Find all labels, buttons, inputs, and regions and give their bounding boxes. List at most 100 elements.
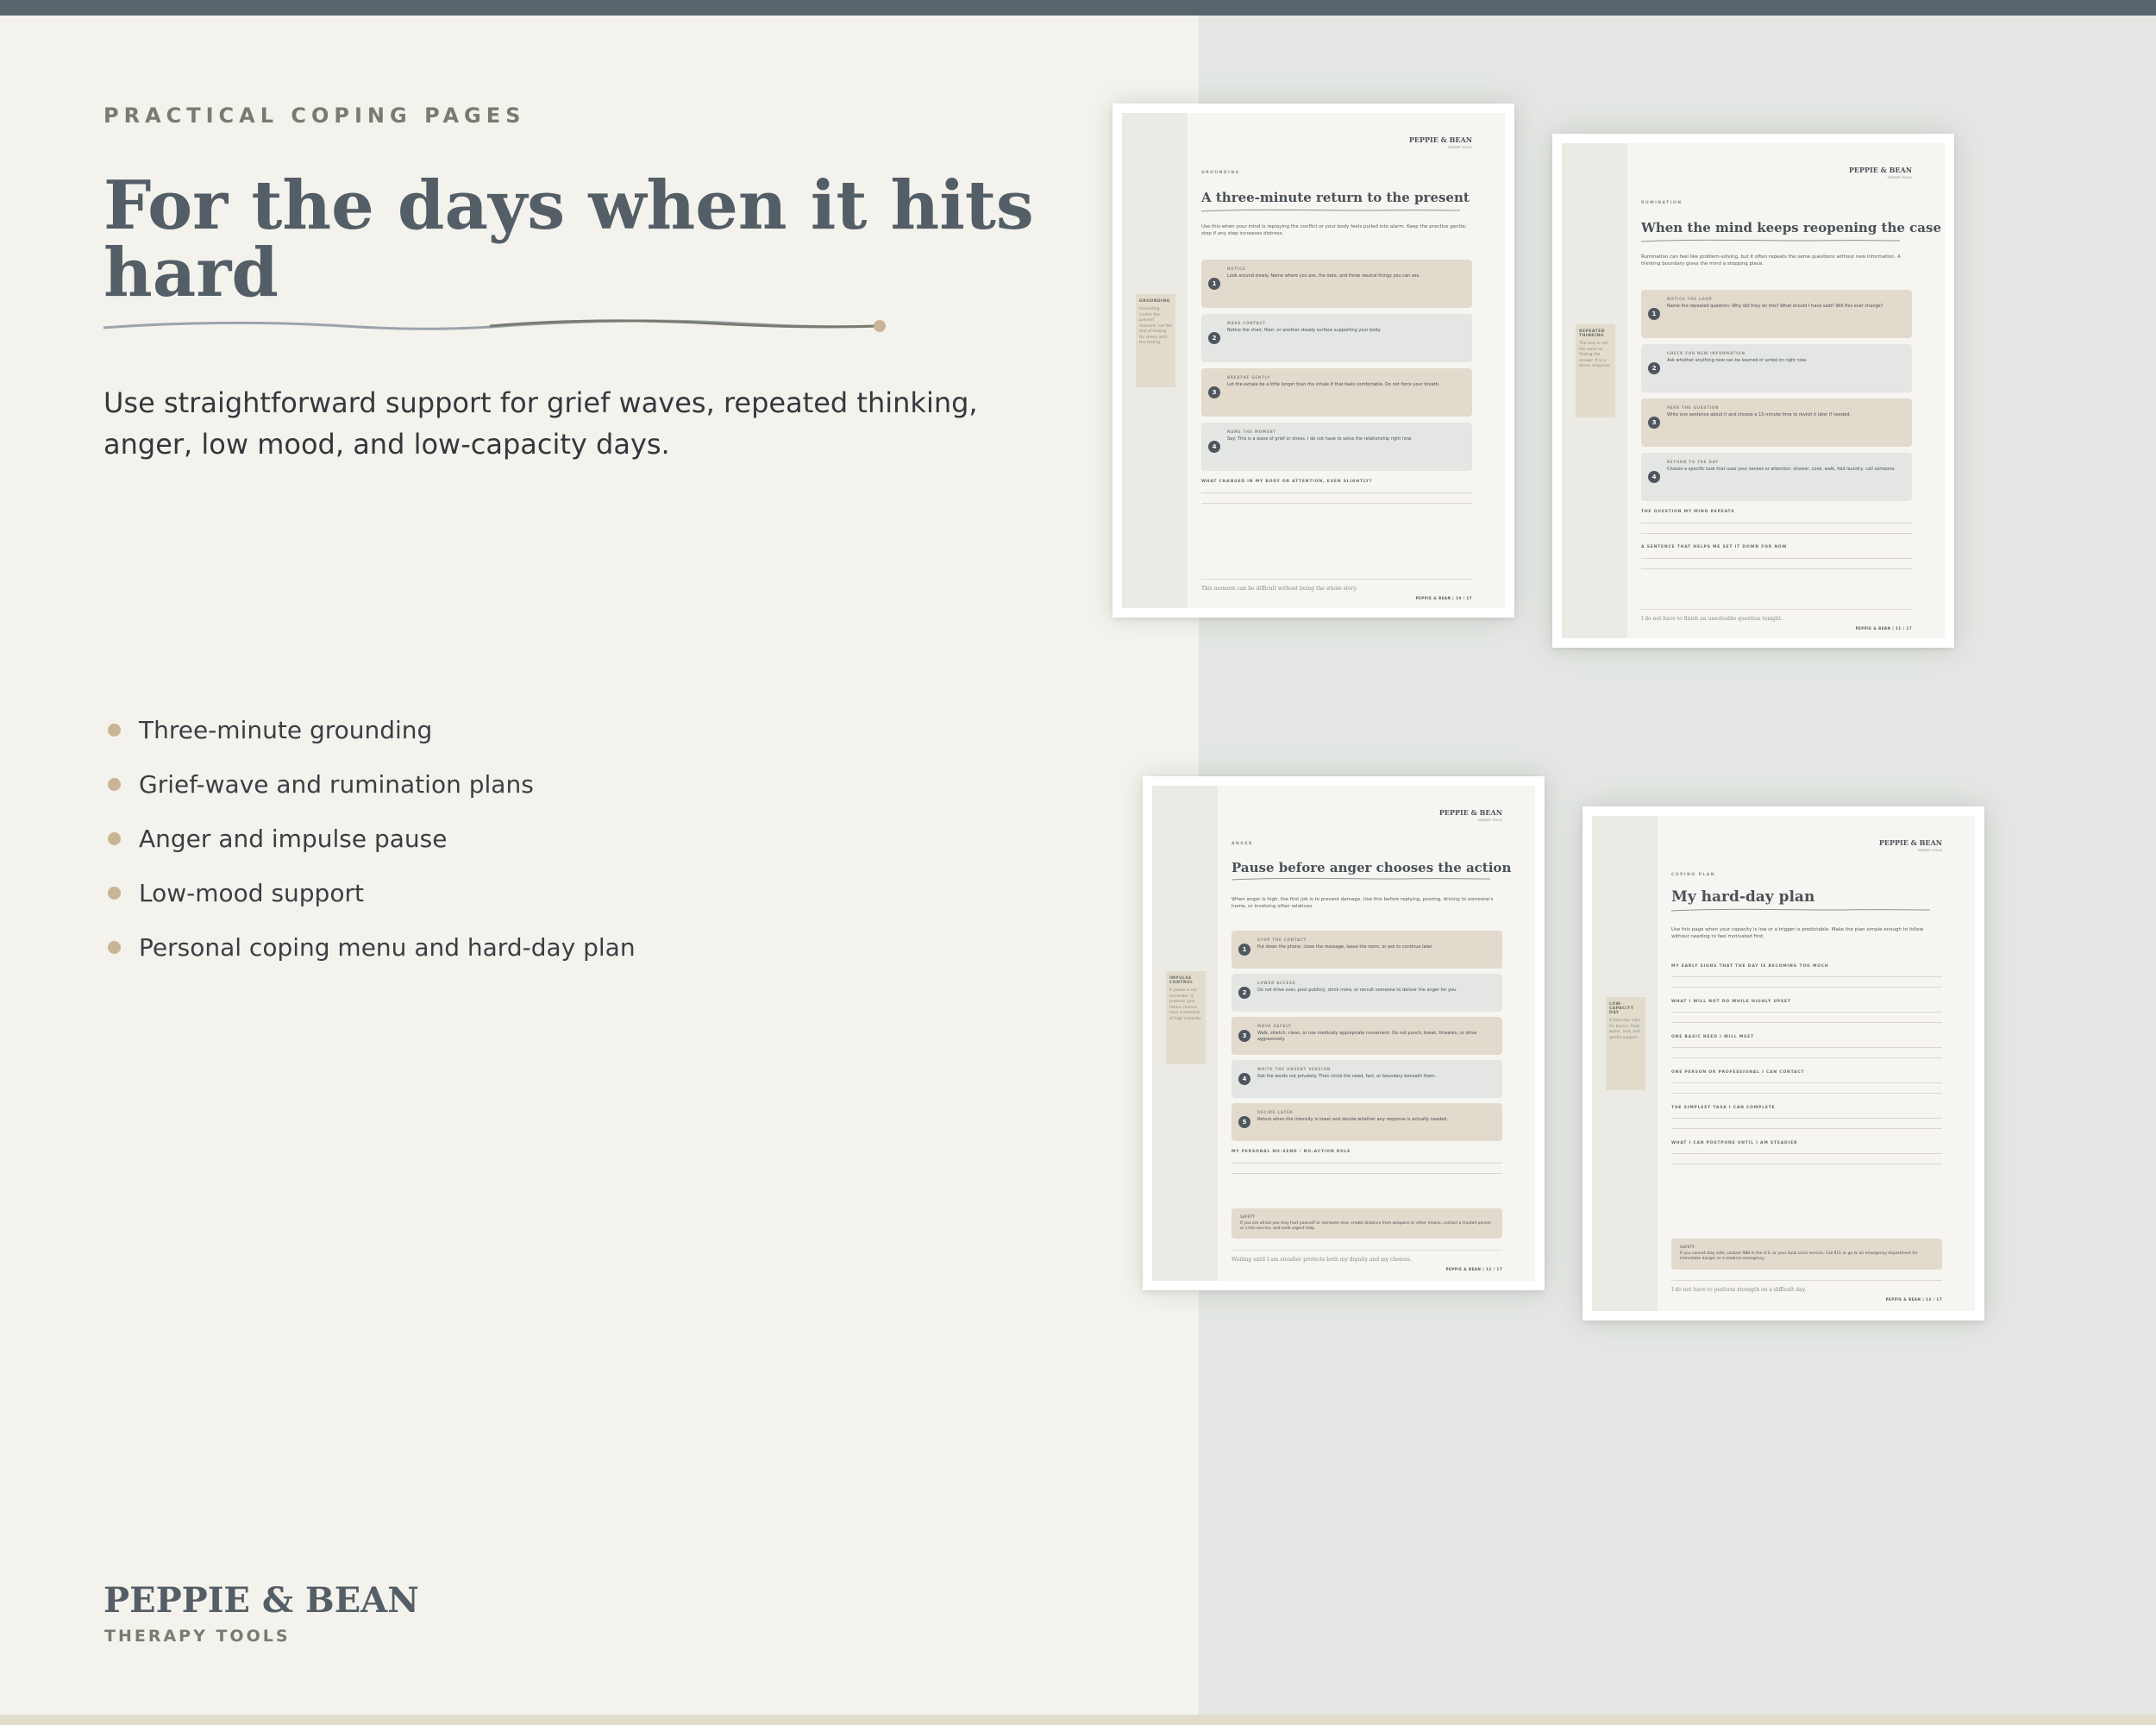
worksheet-footer: I do not have to perform strength on a d… — [1671, 1287, 1807, 1293]
bullet-dot-icon — [108, 941, 121, 954]
step-card: 5 DECIDE LATER Return when the intensity i… — [1232, 1103, 1502, 1141]
step-number: 4 — [1238, 1073, 1250, 1085]
step-label: NOTICE — [1227, 267, 1246, 271]
logo-name: PEPPIE & BEAN — [1848, 166, 1912, 174]
worksheet-footer: I do not have to finish an unsolvable qu… — [1641, 616, 1783, 622]
writing-line[interactable] — [1671, 1047, 1942, 1048]
worksheet-footer: This moment can be difficult without bei… — [1201, 586, 1358, 592]
worksheet-title: A three-minute return to the present — [1201, 190, 1470, 205]
step-label: BREATHE GENTLY — [1227, 375, 1270, 380]
brand-name: PEPPIE & BEAN — [103, 1580, 419, 1621]
worksheet-footer: Waiting until I am steadier protects bot… — [1232, 1257, 1412, 1263]
writing-prompt: WHAT I CAN POSTPONE UNTIL I AM STEADIER — [1671, 1141, 1798, 1145]
bullet-dot-icon — [108, 778, 121, 791]
writing-line[interactable] — [1641, 558, 1912, 559]
worksheet-page: LOW-CAPACITY DAY A hard day calls for ba… — [1592, 816, 1975, 1311]
writing-line[interactable] — [1671, 1082, 1942, 1083]
rail-note-text: A hard day calls for basics: food, water… — [1609, 1019, 1640, 1040]
list-item: Anger and impulse pause — [103, 812, 636, 866]
logo-tagline: THERAPY TOOLS — [1477, 819, 1502, 822]
step-number: 3 — [1648, 417, 1660, 429]
step-number: 2 — [1238, 987, 1250, 999]
safety-title: SAFETY — [1680, 1245, 1695, 1249]
step-label: CHECK FOR NEW INFORMATION — [1667, 351, 1745, 355]
step-card: 3 PARK THE QUESTION Write one sentence abo… — [1641, 398, 1912, 447]
worksheet-grounding[interactable]: GROUNDING Grounding invites the present … — [1112, 104, 1514, 618]
step-number: 2 — [1648, 362, 1660, 374]
bullet-dot-icon — [108, 724, 121, 737]
writing-line[interactable] — [1671, 1093, 1942, 1094]
step-text: Get the words out privately. Then circle… — [1257, 1074, 1437, 1079]
step-text: Say: This is a wave of grief or stress. … — [1227, 436, 1413, 442]
safety-text: If you are afraid you may hurt yourself … — [1240, 1221, 1491, 1231]
list-item-label: Grief-wave and rumination plans — [139, 770, 534, 799]
safety-text: If you cannot stay safe, contact 988 in … — [1680, 1251, 1918, 1261]
top-accent-bar — [0, 0, 2156, 16]
step-card: 4 RETURN TO THE DAY Choose a specific task… — [1641, 453, 1912, 501]
rail-note: GROUNDING Grounding invites the present … — [1136, 294, 1175, 387]
worksheet-rumination[interactable]: REPEATED THINKING The loop is not the sa… — [1552, 134, 1954, 648]
writing-line[interactable] — [1671, 1057, 1942, 1058]
step-text: Walk, stretch, clean, or use medically a… — [1257, 1031, 1477, 1042]
brand-tagline: THERAPY TOOLS — [104, 1627, 291, 1646]
writing-line[interactable] — [1671, 1153, 1942, 1154]
step-text: Return when the intensity is lower and d… — [1257, 1117, 1448, 1122]
step-number: 1 — [1208, 278, 1220, 290]
worksheet-page: REPEATED THINKING The loop is not the sa… — [1562, 143, 1945, 638]
rail-note-text: The loop is not the same as finding the … — [1579, 342, 1611, 368]
logo-name: PEPPIE & BEAN — [1438, 808, 1502, 817]
worksheet-logo: PEPPIE & BEAN THERAPY TOOLS — [1439, 808, 1502, 822]
step-number: 4 — [1208, 441, 1220, 453]
step-label: NOTICE THE LOOP — [1667, 297, 1713, 301]
worksheet-content: PEPPIE & BEAN THERAPY TOOLS RUMINATION W… — [1641, 143, 1941, 638]
worksheet-anger[interactable]: IMPULSE CONTROL A pause is not surrender… — [1143, 776, 1545, 1290]
worksheet-hard-day-plan[interactable]: LOW-CAPACITY DAY A hard day calls for ba… — [1583, 806, 1984, 1320]
list-item: Low-mood support — [103, 866, 636, 920]
writing-line[interactable] — [1641, 533, 1912, 534]
writing-line[interactable] — [1641, 523, 1912, 524]
logo-tagline: THERAPY TOOLS — [1917, 849, 1942, 852]
footer-divider — [1232, 1250, 1502, 1251]
step-card: 1 NOTICE THE LOOP Name the repeated questi… — [1641, 290, 1912, 338]
step-number: 3 — [1238, 1030, 1250, 1042]
step-label: LOWER ACCESS — [1257, 981, 1296, 985]
logo-name: PEPPIE & BEAN — [1878, 838, 1942, 847]
list-item-label: Low-mood support — [139, 879, 364, 907]
worksheet-content: PEPPIE & BEAN THERAPY TOOLS ANGER Pause … — [1232, 786, 1511, 1281]
rail-note-text: A pause is not surrender. It protects yo… — [1169, 988, 1202, 1021]
writing-line[interactable] — [1201, 492, 1472, 493]
writing-prompt: WHAT CHANGED IN MY BODY OR ATTENTION, EV… — [1201, 480, 1373, 484]
writing-line[interactable] — [1671, 987, 1942, 988]
worksheet-logo: PEPPIE & BEAN THERAPY TOOLS — [1409, 135, 1472, 149]
rail-note-title: REPEATED THINKING — [1579, 329, 1605, 338]
writing-line[interactable] — [1641, 568, 1912, 569]
step-label: MOVE SAFELY — [1257, 1024, 1292, 1028]
step-text: Name the repeated question: Why did they… — [1667, 304, 1883, 309]
writing-line[interactable] — [1671, 1012, 1942, 1013]
title-underline — [1232, 877, 1490, 881]
worksheet-intro: When anger is high, the first job is to … — [1232, 897, 1494, 909]
footer-divider — [1671, 1280, 1942, 1281]
writing-line[interactable] — [1232, 1163, 1502, 1164]
rail-note-title: IMPULSE CONTROL — [1169, 976, 1194, 985]
step-number: 1 — [1238, 944, 1250, 956]
writing-line[interactable] — [1671, 1022, 1942, 1023]
step-number: 5 — [1238, 1116, 1250, 1128]
step-label: WRITE THE UNSENT VERSION — [1257, 1067, 1331, 1071]
step-text: Notice the chair, floor, or another stea… — [1227, 328, 1382, 333]
writing-line[interactable] — [1201, 503, 1472, 504]
intro-text: Use straightforward support for grief wa… — [103, 386, 978, 461]
step-card: 4 NAME THE MOMENT Say: This is a wave of g… — [1201, 423, 1472, 471]
step-text: Ask whether anything new can be learned … — [1667, 358, 1808, 363]
writing-line[interactable] — [1671, 976, 1942, 977]
writing-prompt: MY EARLY SIGNS THAT THE DAY IS BECOMING … — [1671, 964, 1829, 969]
step-number: 4 — [1648, 471, 1660, 483]
writing-line[interactable] — [1671, 1118, 1942, 1119]
page-number: PEPPIE & BEAN | 13 / 17 — [1885, 1297, 1942, 1302]
safety-title: SAFETY — [1240, 1214, 1256, 1219]
writing-line[interactable] — [1671, 1128, 1942, 1129]
writing-line[interactable] — [1232, 1173, 1502, 1174]
footer-divider — [1641, 609, 1912, 610]
step-card: 2 CHECK FOR NEW INFORMATION Ask whether an… — [1641, 344, 1912, 392]
rail-note-title: GROUNDING — [1139, 299, 1170, 304]
